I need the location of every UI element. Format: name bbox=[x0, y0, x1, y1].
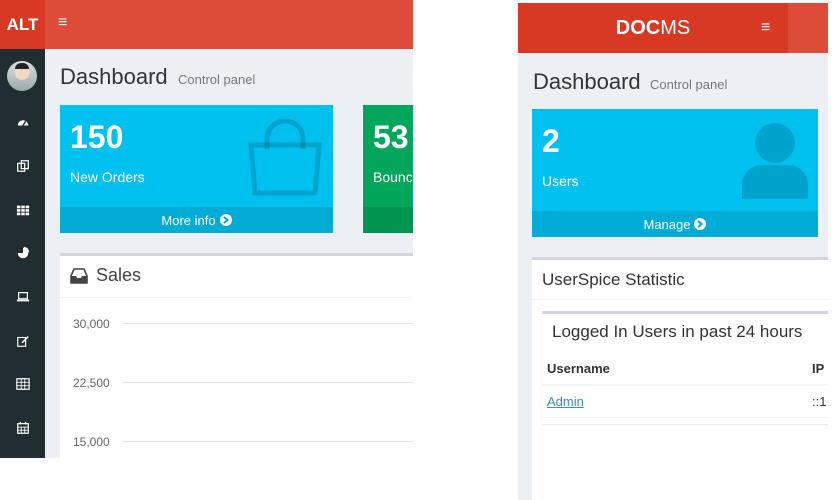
table-icon[interactable] bbox=[0, 373, 45, 395]
arrow-circle-right-icon bbox=[219, 214, 232, 226]
app-logo[interactable]: DOC MS bbox=[518, 3, 788, 53]
calendar-icon[interactable] bbox=[0, 417, 45, 439]
bounce-rate-value: 53 bbox=[373, 119, 409, 155]
table-cell-username: Admin bbox=[542, 385, 807, 418]
shopping-bag-icon bbox=[248, 118, 322, 196]
pie-chart-icon[interactable] bbox=[0, 242, 45, 264]
user-link[interactable]: Admin bbox=[547, 394, 584, 409]
sidebar-toggle-icon[interactable]: ≡ bbox=[761, 19, 770, 37]
bounce-rate-label: Bounc bbox=[373, 169, 413, 185]
sales-divider bbox=[60, 297, 413, 298]
gridline bbox=[122, 382, 413, 383]
more-info-label: More info bbox=[161, 212, 216, 228]
bounce-rate-box: 53 Bounc bbox=[363, 105, 413, 233]
new-orders-box: 150 New Orders More info bbox=[60, 105, 333, 233]
y-tick-label: 30,000 bbox=[73, 317, 110, 331]
y-tick-label: 22,500 bbox=[73, 376, 110, 390]
sales-title: Sales bbox=[96, 265, 142, 285]
statistic-divider bbox=[532, 299, 828, 300]
new-orders-label: New Orders bbox=[70, 169, 145, 185]
header-username: Username bbox=[542, 353, 807, 386]
bounce-more-info-link[interactable] bbox=[363, 207, 413, 233]
y-tick-label: 15,000 bbox=[73, 435, 110, 449]
more-info-link[interactable]: More info bbox=[60, 207, 333, 233]
users-box: 2 Users Manage bbox=[532, 109, 818, 237]
logged-users-table: Username IP Admin ::1 bbox=[542, 353, 828, 418]
manage-users-link[interactable]: Manage bbox=[532, 211, 818, 237]
page-title: Dashboard bbox=[533, 69, 641, 94]
logged-users-title: Logged In Users in past 24 hours bbox=[552, 322, 803, 341]
table-header-row: Username IP bbox=[542, 353, 828, 386]
header-ip: IP bbox=[807, 353, 828, 386]
manage-label: Manage bbox=[643, 216, 691, 232]
gridline bbox=[122, 441, 413, 442]
app-logo[interactable]: ALT bbox=[0, 0, 45, 49]
arrow-circle-right-icon bbox=[694, 218, 707, 230]
left-admin-panel: ALT ≡ Dashboard Control panel 150 New Or… bbox=[0, 0, 413, 458]
new-orders-count: 150 bbox=[70, 119, 124, 155]
users-label: Users bbox=[542, 173, 579, 189]
statistic-title: UserSpice Statistic bbox=[542, 270, 685, 289]
page-title: Dashboard bbox=[60, 64, 168, 89]
edit-icon[interactable] bbox=[0, 330, 45, 352]
logo-bold: DOC bbox=[615, 16, 661, 39]
right-admin-panel: DOC MS ≡ Dashboard Control panel 2 Users … bbox=[518, 3, 828, 500]
files-icon[interactable] bbox=[0, 155, 45, 177]
inbox-icon bbox=[70, 268, 88, 284]
top-navbar: ALT ≡ bbox=[0, 0, 413, 49]
sidebar-toggle-icon[interactable]: ≡ bbox=[58, 14, 67, 32]
user-icon bbox=[742, 123, 808, 199]
avatar[interactable] bbox=[7, 61, 37, 91]
page-subtitle: Control panel bbox=[650, 77, 728, 92]
table-row: Admin ::1 bbox=[542, 385, 828, 418]
sidebar bbox=[0, 49, 45, 458]
sales-card: Sales 30,000 22,500 15,000 bbox=[60, 253, 413, 458]
logged-users-card: Logged In Users in past 24 hours Usernam… bbox=[542, 311, 828, 424]
table-cell-ip: ::1 bbox=[807, 385, 828, 418]
page-subtitle: Control panel bbox=[178, 72, 256, 87]
users-count: 2 bbox=[542, 123, 560, 159]
top-navbar: DOC MS ≡ bbox=[518, 3, 828, 53]
logo-rest: MS bbox=[660, 16, 691, 39]
statistic-card: UserSpice Statistic Logged In Users in p… bbox=[532, 257, 828, 500]
laptop-icon[interactable] bbox=[0, 286, 45, 308]
th-icon[interactable] bbox=[0, 199, 45, 221]
gridline bbox=[122, 323, 413, 324]
dashboard-icon[interactable] bbox=[0, 111, 45, 133]
